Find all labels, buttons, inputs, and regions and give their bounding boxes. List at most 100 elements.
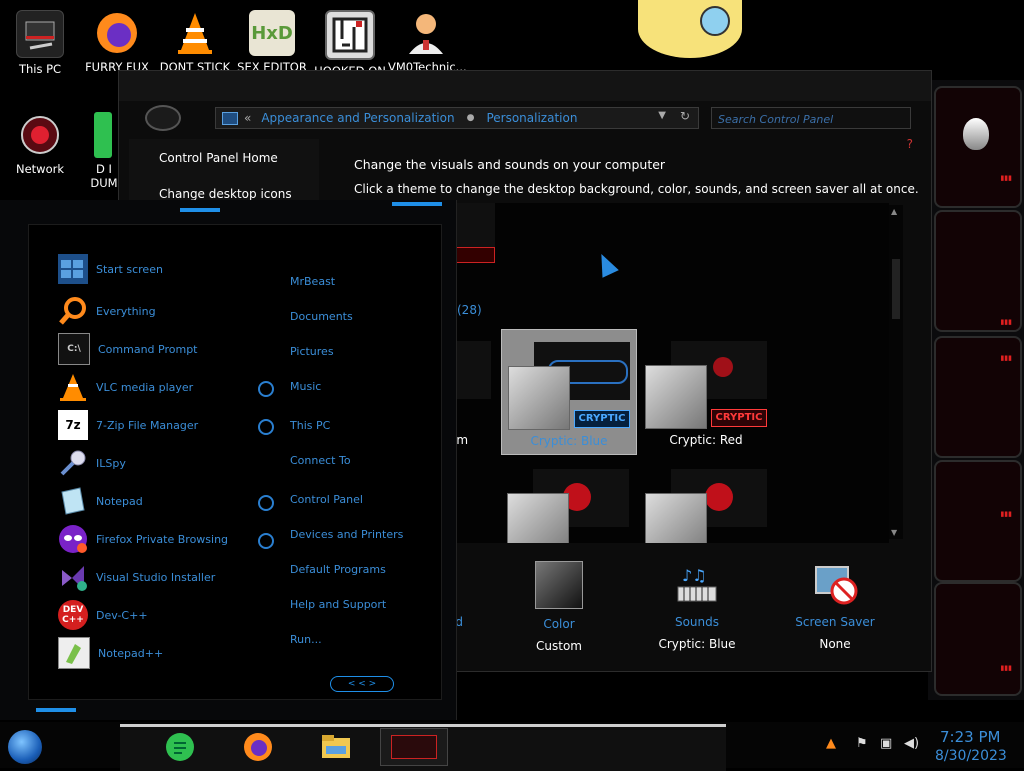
search-input[interactable] <box>712 110 910 129</box>
place-documents[interactable]: Documents <box>290 310 353 323</box>
theme-tile-cryptic-blue[interactable]: CRYPTIC Cryptic: Blue <box>501 329 637 455</box>
program-7zip[interactable]: 7z 7-Zip File Manager <box>58 408 258 442</box>
theme-tile[interactable] <box>501 457 635 543</box>
start-screen-icon <box>58 254 88 284</box>
tray-app-icon[interactable]: ▲ <box>826 736 836 751</box>
terminal-icon: C:\ <box>58 333 90 365</box>
nav-control-panel-home[interactable]: Control Panel Home <box>159 151 278 165</box>
program-start-screen[interactable]: Start screen <box>58 252 258 286</box>
sounds-setting[interactable]: ♪♫ Sounds Cryptic: Blue <box>637 561 757 651</box>
back-button[interactable] <box>145 105 181 131</box>
help-icon[interactable]: ? <box>907 137 913 151</box>
clock-time[interactable]: 7:23 PM <box>940 728 1000 746</box>
program-notepadpp[interactable]: Notepad++ <box>58 636 258 670</box>
vlc-cone-icon <box>172 10 218 56</box>
notepad-icon <box>58 486 88 516</box>
pin-icon[interactable] <box>258 533 274 549</box>
program-visual-studio-installer[interactable]: Visual Studio Installer <box>58 560 258 594</box>
clock-date[interactable]: 8/30/2023 <box>935 748 1007 764</box>
scroll-up-icon[interactable]: ▲ <box>891 207 897 216</box>
start-menu-nav-arrows[interactable]: < < > <box>330 676 394 692</box>
color-setting[interactable]: Color Custom <box>499 561 619 653</box>
program-everything[interactable]: Everything <box>58 294 258 328</box>
decorative-bar <box>180 208 220 212</box>
hxd-icon: HxD <box>249 10 295 56</box>
breadcrumb-separator-icon: ● <box>466 113 475 123</box>
place-this-pc[interactable]: This PC <box>290 419 330 432</box>
search-box[interactable] <box>711 107 911 129</box>
program-firefox-private[interactable]: Firefox Private Browsing <box>58 522 258 556</box>
chevron-down-icon[interactable]: ▼ <box>658 110 666 121</box>
desktop-icon-hooked-on[interactable]: HOOKED ON <box>312 10 388 78</box>
devcpp-icon: DEV C++ <box>58 600 88 630</box>
address-bar[interactable]: « Appearance and Personalization ● Perso… <box>215 107 699 129</box>
place-devices-printers[interactable]: Devices and Printers <box>290 528 403 541</box>
network-tray-icon[interactable]: ▣ <box>880 736 892 751</box>
start-menu: Start screen Everything C:\ Command Prom… <box>0 200 457 720</box>
theme-scrollbar[interactable]: ▲ ▼ <box>889 205 903 539</box>
setting-value: Cryptic: Blue <box>658 637 736 651</box>
flag-icon[interactable]: ⚑ <box>856 736 868 751</box>
desktop-icon-dont-stick[interactable]: DONT STICK <box>157 10 233 74</box>
firefox-icon <box>94 10 140 56</box>
place-control-panel[interactable]: Control Panel <box>290 493 363 506</box>
window-preview-icon <box>391 735 437 759</box>
scroll-thumb[interactable] <box>892 259 900 319</box>
start-button[interactable] <box>8 730 42 764</box>
desktop-icon-furry-fux[interactable]: FURRY FUX <box>79 10 155 74</box>
taskbar-app-notes[interactable] <box>164 732 196 762</box>
volume-icon[interactable]: ◀) <box>904 736 919 751</box>
pin-icon[interactable] <box>258 419 274 435</box>
desktop-icon-label: Network <box>15 162 65 176</box>
place-connect-to[interactable]: Connect To <box>290 454 351 467</box>
taskbar-app-control-panel-active[interactable] <box>380 728 448 766</box>
maze-icon <box>325 10 375 60</box>
ilspy-icon <box>58 448 88 478</box>
desktop-icon-this-pc[interactable]: This PC <box>2 10 78 76</box>
desktop-icon-network[interactable]: Network <box>2 112 78 176</box>
computer-icon <box>16 10 64 58</box>
theme-tile[interactable] <box>639 457 773 543</box>
place-run[interactable]: Run... <box>290 633 322 646</box>
nav-change-desktop-icons[interactable]: Change desktop icons <box>159 187 292 201</box>
taskbar-app-firefox[interactable] <box>242 732 274 762</box>
place-music[interactable]: Music <box>290 380 321 393</box>
refresh-icon[interactable]: ↻ <box>680 109 690 123</box>
taskbar-app-explorer[interactable] <box>320 732 352 762</box>
program-notepad[interactable]: Notepad <box>58 484 258 518</box>
monitor-icon <box>222 111 238 125</box>
page-heading: Change the visuals and sounds on your co… <box>354 157 666 172</box>
breadcrumb-appearance[interactable]: Appearance and Personalization <box>261 111 454 125</box>
program-ilspy[interactable]: ILSpy <box>58 446 258 480</box>
decorative-rail: ▮▮▮ ▮▮▮ ▮▮▮ ▮▮▮ ▮▮▮ <box>928 80 1024 700</box>
pin-icon[interactable] <box>258 495 274 511</box>
desktop-icon-sex-editor[interactable]: HxD SEX EDITOR <box>234 10 310 74</box>
taskbar: ▲ ⚑ ▣ ◀) 7:23 PM 8/30/2023 <box>0 722 1024 771</box>
place-default-programs[interactable]: Default Programs <box>290 563 386 576</box>
desktop-icon-vm0technic[interactable]: VM0Technic... <box>388 10 467 74</box>
firefox-icon <box>244 733 272 761</box>
pin-icon[interactable] <box>258 381 274 397</box>
decorative-bar <box>392 202 442 206</box>
window-frame <box>119 71 931 101</box>
breadcrumb-personalization[interactable]: Personalization <box>486 111 577 125</box>
firefox-private-icon <box>58 524 88 554</box>
place-mrbeast[interactable]: MrBeast <box>290 275 335 288</box>
breadcrumb-back[interactable]: « <box>244 111 251 125</box>
place-pictures[interactable]: Pictures <box>290 345 334 358</box>
place-help-support[interactable]: Help and Support <box>290 598 386 611</box>
left-navigation: Control Panel Home Change desktop icons <box>129 139 319 209</box>
decorative-bar <box>36 708 76 712</box>
anime-sticker-top <box>638 0 742 58</box>
magnifier-icon <box>58 296 88 326</box>
setting-title: Sounds <box>674 615 720 629</box>
scroll-down-icon[interactable]: ▼ <box>891 528 897 537</box>
app-icon <box>94 112 112 158</box>
program-vlc[interactable]: VLC media player <box>58 370 258 404</box>
theme-tile-cryptic-red[interactable]: CRYPTIC Cryptic: Red <box>639 329 773 453</box>
program-command-prompt[interactable]: C:\ Command Prompt <box>58 332 258 366</box>
screen-saver-setting[interactable]: Screen Saver None <box>775 561 895 651</box>
desktop-icon-partial[interactable]: D I DUM <box>78 112 122 190</box>
program-devcpp[interactable]: DEV C++ Dev-C++ <box>58 598 258 632</box>
doctor-avatar-icon <box>403 10 449 56</box>
